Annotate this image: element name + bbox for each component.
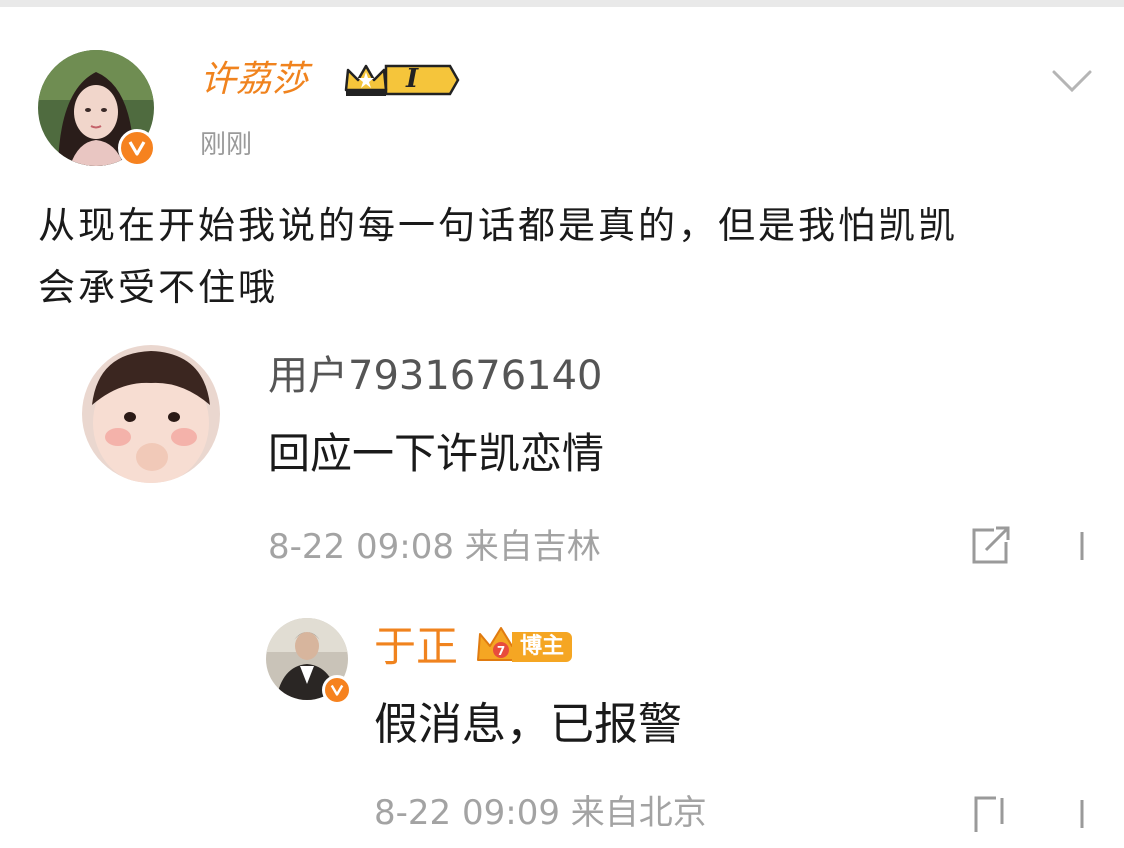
chevron-down-icon[interactable] [1050,66,1094,96]
top-divider [0,0,1124,7]
replier-name[interactable]: 于正 [374,620,458,674]
comment-text: 回应一下许凯恋情 [268,429,605,478]
commenter-avatar[interactable] [82,345,220,483]
vip-level: I [406,64,419,94]
share-icon[interactable] [968,524,1016,568]
verified-icon [322,675,352,705]
post-time: 刚刚 [200,130,253,160]
commenter-name[interactable]: 用户7931676140 [268,350,603,402]
commenter-avatar-image [82,345,220,483]
more-icon[interactable] [1076,528,1088,568]
blogger-badge: 7 博主 [474,624,582,670]
reply-meta: 8-22 09:09 来自北京 [374,793,707,833]
post-content-line1: 从现在开始我说的每一句话都是真的，但是我怕凯凯 [38,204,958,247]
blogger-badge-label: 博主 [512,632,573,662]
share-icon[interactable] [972,794,1016,834]
comment-meta: 8-22 09:08 来自吉林 [268,527,601,567]
verified-icon [118,129,156,167]
svg-text:7: 7 [497,644,505,658]
reply-text: 假消息，已报警 [374,699,682,750]
vip-crown-icon[interactable]: I [342,60,460,100]
more-icon[interactable] [1076,798,1088,834]
author-name[interactable]: 许荔莎 [200,58,308,102]
post-content-line2: 会承受不住哦 [38,266,278,309]
